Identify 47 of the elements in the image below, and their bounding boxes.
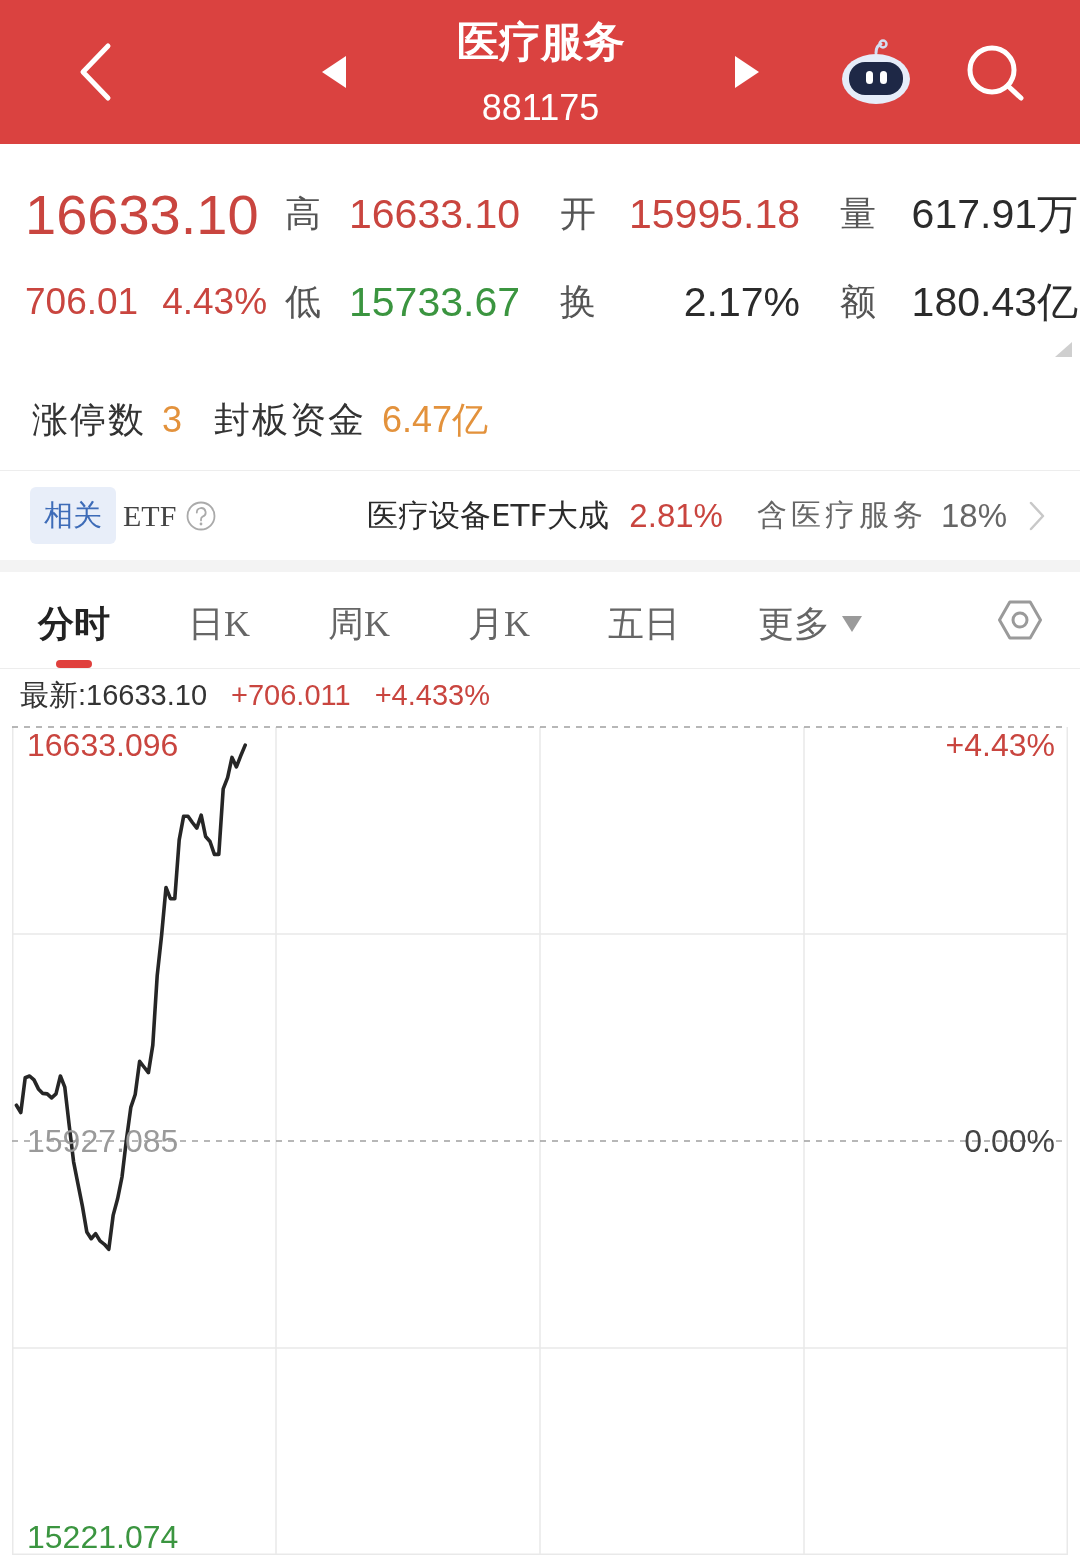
limit-up-label: 封板资金 (214, 397, 367, 442)
index-title: 医疗服务 (456, 16, 625, 68)
index-code: 881175 (481, 86, 600, 130)
caret-down-icon (842, 616, 862, 632)
etf-label: ETF (123, 498, 177, 533)
chart-tab[interactable]: 分时 (28, 572, 120, 668)
search-icon[interactable] (965, 43, 1025, 101)
help-icon[interactable] (186, 500, 217, 531)
etf-change: 2.81% (629, 496, 723, 535)
stat-label: 换 (560, 279, 596, 324)
chart-tab[interactable]: 周K (318, 572, 400, 668)
stat-value: 180.43亿 (911, 277, 1078, 327)
latest-price: 最新:16633.10 (20, 677, 207, 713)
stat-label: 高 (285, 191, 321, 236)
stat-value: 15733.67 (349, 278, 520, 326)
chart-tab[interactable]: 五日 (598, 572, 690, 668)
stat-label: 额 (840, 279, 876, 324)
price-change: 706.01 (25, 281, 139, 323)
stat-value: 2.17% (683, 278, 800, 326)
chart-tab[interactable]: 月K (458, 572, 540, 668)
percent-axis-label: +4.43% (945, 729, 1055, 761)
change-percent: 4.43% (162, 281, 268, 323)
caret-left-icon[interactable] (322, 56, 346, 88)
price-axis-label: 16633.096 (27, 729, 179, 761)
current-price: 16633.10 (25, 181, 259, 247)
limit-up-label: 涨停数 (32, 397, 146, 442)
stat-value: 617.91万 (911, 189, 1078, 239)
chart-change-percent: +4.433% (374, 679, 490, 712)
percent-axis-label: 0.00% (964, 1125, 1055, 1157)
caret-right-icon[interactable] (735, 56, 759, 88)
related-badge: 相关 (30, 487, 116, 544)
chart-tab[interactable]: 更多 (748, 572, 872, 668)
stat-value: 16633.10 (349, 190, 520, 238)
stat-value: 15995.18 (629, 190, 800, 238)
stat-label: 开 (560, 191, 596, 236)
holding-label: 含医疗服务 (756, 496, 927, 534)
limit-up-value: 6.47亿 (382, 397, 489, 442)
chart-tab[interactable]: 日K (178, 572, 260, 668)
holding-percent: 18% (940, 496, 1007, 535)
limit-up-value: 3 (162, 399, 183, 441)
price-axis-label: 15221.074 (27, 1521, 179, 1553)
chart-change: +706.011 (231, 679, 351, 712)
stat-label: 低 (285, 279, 321, 324)
etf-name[interactable]: 医疗设备ETF大成 (367, 494, 610, 537)
stat-label: 量 (840, 191, 876, 236)
robot-icon[interactable] (840, 39, 912, 105)
back-icon[interactable] (78, 42, 112, 102)
